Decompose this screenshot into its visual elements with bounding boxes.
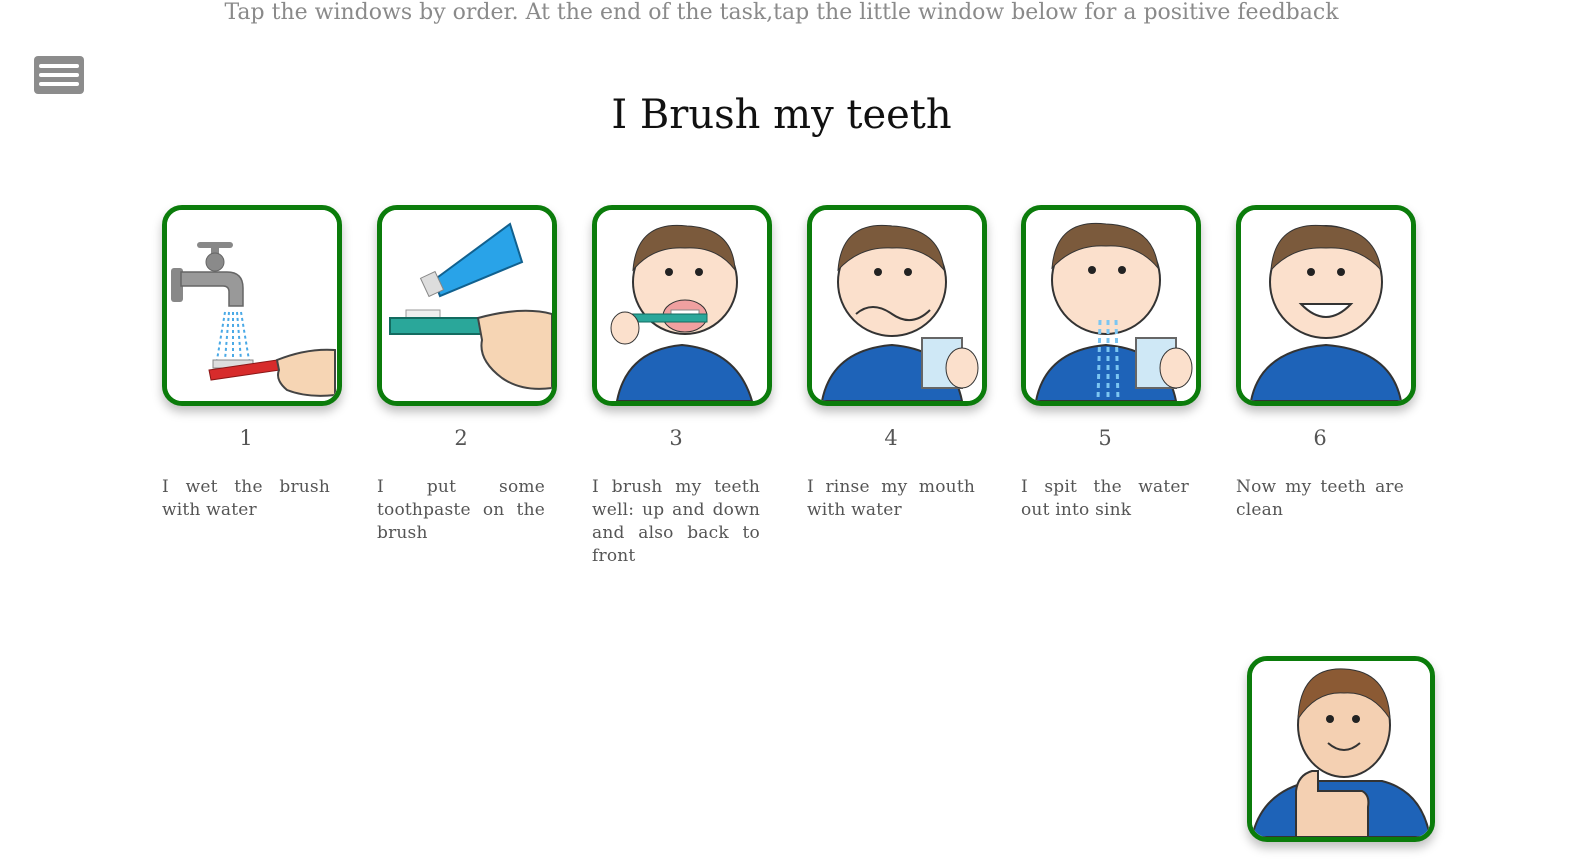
step-1: 1 I wet the brush with water <box>162 205 342 522</box>
tap-water-toothbrush-icon <box>167 210 337 401</box>
boy-brushing-teeth-icon <box>597 210 767 401</box>
hamburger-menu-icon <box>39 64 79 68</box>
step-text: I brush my teeth well: up and down and a… <box>592 477 760 566</box>
step-number: 4 <box>884 426 898 450</box>
step-number: 2 <box>454 426 468 450</box>
step-5: 5 I spit the water out into sink <box>1021 205 1201 522</box>
step-number: 1 <box>239 426 253 450</box>
boy-rinsing-mouth-icon <box>812 210 982 401</box>
step-card-3[interactable] <box>592 205 772 406</box>
step-text: I spit the water out into sink <box>1021 477 1189 520</box>
step-text: I put some toothpaste on the brush <box>377 477 545 543</box>
step-2: 2 I put some toothpaste on the brush <box>377 205 557 545</box>
step-card-1[interactable] <box>162 205 342 406</box>
step-number: 5 <box>1098 426 1112 450</box>
positive-feedback-window[interactable] <box>1247 656 1435 842</box>
step-card-6[interactable] <box>1236 205 1416 406</box>
step-number: 6 <box>1313 426 1327 450</box>
step-text: Now my teeth are clean <box>1236 477 1404 520</box>
step-card-2[interactable] <box>377 205 557 406</box>
boy-thumbs-up-icon <box>1252 661 1430 837</box>
page-title: I Brush my teeth <box>611 92 952 138</box>
boy-smiling-clean-teeth-icon <box>1241 210 1411 401</box>
step-card-4[interactable] <box>807 205 987 406</box>
step-6: 6 Now my teeth are clean <box>1236 205 1416 522</box>
toothpaste-on-brush-icon <box>382 210 552 401</box>
instruction-text: Tap the windows by order. At the end of … <box>224 0 1339 25</box>
step-text: I rinse my mouth with water <box>807 477 975 520</box>
step-4: 4 I rinse my mouth with water <box>807 205 987 522</box>
step-number: 3 <box>669 426 683 450</box>
step-text: I wet the brush with water <box>162 477 330 520</box>
menu-button[interactable] <box>34 56 84 94</box>
step-card-5[interactable] <box>1021 205 1201 406</box>
boy-spitting-water-icon <box>1026 210 1196 401</box>
step-3: 3 I brush my teeth well: up and down and… <box>592 205 772 568</box>
